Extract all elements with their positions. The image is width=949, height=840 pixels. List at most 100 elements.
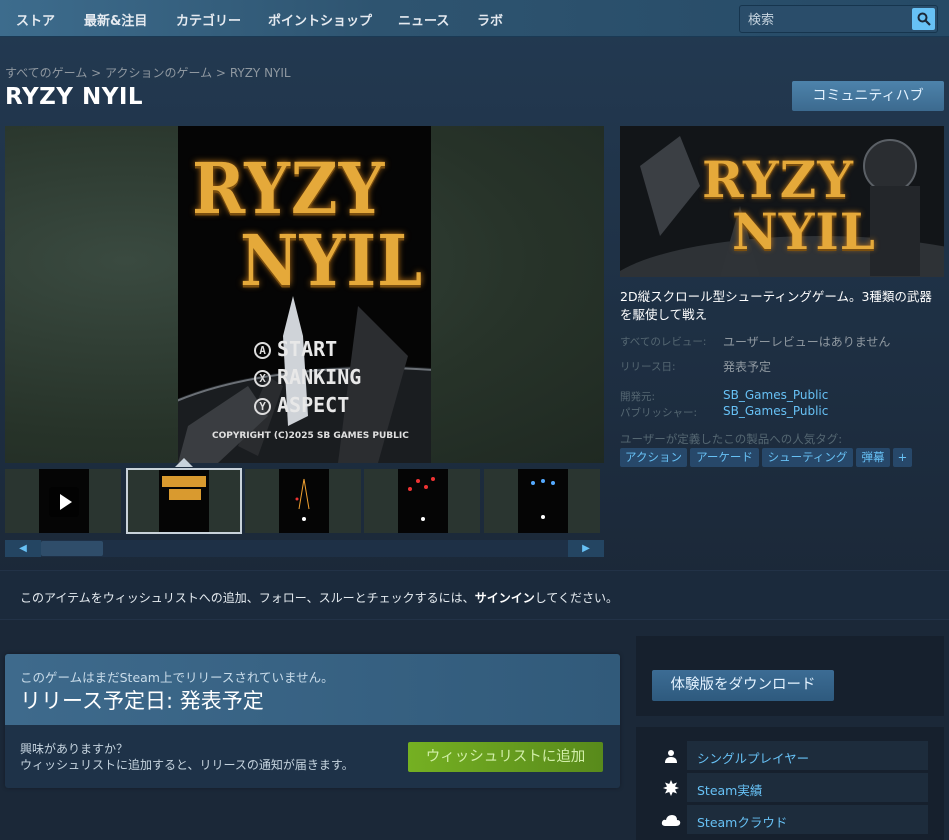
gameplay-shot: [295, 478, 310, 521]
release-date-value: 発表予定: [723, 360, 772, 374]
thumbnail-scrollbar[interactable]: ◀ ▶: [5, 540, 604, 557]
feature-single-player[interactable]: シングルプレイヤー: [654, 741, 928, 770]
nav-new-noteworthy[interactable]: 最新&注目: [84, 10, 147, 29]
menu-aspect: Y ASPECT: [254, 393, 349, 417]
a-button-icon: A: [254, 342, 271, 359]
feature-icon-box: [654, 773, 687, 802]
thumb-image: [159, 470, 209, 532]
scroll-left-button[interactable]: ◀: [5, 540, 41, 557]
game-description: 2D縦スクロール型シューティングゲーム。3種類の武器を駆使して戦え: [620, 289, 932, 322]
breadcrumb-all-games[interactable]: すべてのゲーム: [5, 66, 87, 80]
tag-more-button[interactable]: +: [893, 448, 912, 467]
thumb-selected[interactable]: [126, 468, 242, 534]
thumb-image: [279, 469, 329, 533]
page-title: RYZY NYIL: [5, 84, 144, 110]
release-date-label: リリース日:: [620, 361, 676, 373]
menu-aspect-label: ASPECT: [277, 393, 350, 417]
thumbnail-strip: [5, 468, 604, 534]
feature-achievements[interactable]: Steam実績: [654, 773, 928, 802]
feature-cloud[interactable]: Steamクラウド: [654, 805, 928, 834]
add-to-wishlist-button[interactable]: ウィッシュリストに追加: [408, 742, 603, 772]
header-capsule-image: RYZY NYIL: [620, 126, 944, 277]
thumb-image: [398, 469, 448, 533]
breadcrumb-separator: >: [215, 66, 226, 80]
y-button-icon: Y: [254, 398, 271, 415]
thumb-logo: [162, 476, 206, 500]
nav-news[interactable]: ニュース: [398, 10, 449, 29]
breadcrumb-action-games[interactable]: アクションのゲーム: [105, 66, 212, 80]
tag-shooting[interactable]: シューティング: [762, 448, 853, 467]
menu-start: A START: [254, 337, 337, 361]
play-icon: [49, 487, 79, 517]
cloud-icon: [661, 814, 680, 826]
developer-link[interactable]: SB_Games_Public: [723, 388, 828, 402]
feature-label: シングルプレイヤー: [697, 751, 810, 766]
tag-action[interactable]: アクション: [620, 448, 687, 467]
achievements-icon: [662, 779, 679, 796]
signin-text: このアイテムをウィッシュリストへの追加、フォロー、スルーとチェックするには、サイ…: [20, 589, 618, 606]
planned-release-date: リリース予定日: 発表予定: [20, 689, 264, 713]
breadcrumb: すべてのゲーム > アクションのゲーム > RYZY NYIL: [5, 64, 291, 81]
capsule-logo-line1: RYZY: [702, 150, 854, 209]
developer-label: 開発元:: [620, 391, 656, 403]
tag-bullet-hell[interactable]: 弾幕: [856, 448, 890, 467]
release-header: このゲームはまだSteam上でリリースされていません。 リリース予定日: 発表予…: [5, 654, 620, 725]
tags-label: ユーザーが定義したこの製品への人気タグ:: [620, 432, 843, 446]
main-screenshot-viewer[interactable]: RYZY NYIL A START X RANKING Y ASPECT COPYRI…: [5, 126, 604, 463]
thumb-image: [518, 469, 568, 533]
copyright-text: COPYRIGHT (C)2025 SB GAMES PUBLIC: [212, 431, 409, 441]
nav-store[interactable]: ストア: [16, 10, 55, 29]
not-released-notice: このゲームはまだSteam上でリリースされていません。: [20, 670, 334, 685]
community-hub-button[interactable]: コミュニティハブ: [792, 81, 944, 111]
menu-ranking-label: RANKING: [277, 365, 362, 389]
gameplay-shot: [408, 477, 435, 521]
interest-question: 興味がありますか？: [20, 742, 129, 756]
search-input[interactable]: [748, 11, 908, 29]
features-panel: シングルプレイヤー Steam実績 Steamクラウド: [636, 727, 944, 840]
tag-arcade[interactable]: アーケード: [690, 448, 759, 467]
breadcrumb-current-game[interactable]: RYZY NYIL: [230, 66, 291, 80]
nav-points-shop[interactable]: ポイントショップ: [268, 10, 372, 29]
feature-label: Steamクラウド: [697, 815, 788, 830]
main-screenshot: RYZY NYIL A START X RANKING Y ASPECT COPYRI…: [178, 126, 431, 463]
interest-subtext: ウィッシュリストに追加すると、リリースの通知が届きます。: [20, 758, 354, 772]
nav-categories[interactable]: カテゴリー: [176, 10, 241, 29]
scroll-thumb[interactable]: [41, 541, 103, 556]
feature-icon-box: [654, 741, 687, 770]
breadcrumb-separator: >: [91, 66, 102, 80]
x-button-icon: X: [254, 370, 271, 387]
logo-line1: RYZY: [192, 148, 386, 231]
search-button[interactable]: [912, 8, 935, 30]
capsule-logo-line2: NYIL: [732, 202, 876, 261]
thumb-video[interactable]: [5, 469, 121, 533]
thumb-gameplay-2[interactable]: [364, 469, 480, 533]
release-info-box: このゲームはまだSteam上でリリースされていません。 リリース予定日: 発表予…: [5, 654, 620, 788]
thumb-gameplay-1[interactable]: [245, 469, 361, 533]
signin-text-before: このアイテムをウィッシュリストへの追加、フォロー、スルーとチェックするには、: [20, 591, 475, 605]
arrow-right-icon: ▶: [582, 543, 590, 554]
search-icon: [917, 12, 931, 26]
signin-text-after: してください。: [534, 591, 618, 605]
publisher-label: パブリッシャー:: [620, 407, 698, 419]
download-demo-button[interactable]: 体験版をダウンロード: [652, 670, 834, 701]
menu-ranking: X RANKING: [254, 365, 361, 389]
feature-label: Steam実績: [697, 783, 763, 798]
reviews-value: ユーザーレビューはありません: [723, 335, 891, 349]
feature-icon-box: [654, 805, 687, 834]
scroll-right-button[interactable]: ▶: [568, 540, 604, 557]
thumb-gameplay-3[interactable]: [484, 469, 600, 533]
nav-labs[interactable]: ラボ: [477, 10, 503, 29]
reviews-label: すべてのレビュー:: [620, 336, 707, 348]
search-box: [739, 5, 938, 33]
menu-start-label: START: [277, 337, 338, 361]
logo-line2: NYIL: [240, 220, 424, 303]
top-nav: ストア 最新&注目 カテゴリー ポイントショップ ニュース ラボ: [0, 0, 949, 37]
signin-link[interactable]: サインイン: [475, 591, 535, 605]
signin-notice: このアイテムをウィッシュリストへの追加、フォロー、スルーとチェックするには、サイ…: [0, 570, 949, 620]
publisher-link[interactable]: SB_Games_Public: [723, 404, 828, 418]
arrow-left-icon: ◀: [19, 543, 27, 554]
single-player-icon: [664, 749, 677, 763]
selected-thumb-indicator: [175, 458, 193, 467]
gameplay-shot: [531, 479, 555, 519]
demo-panel: 体験版をダウンロード: [636, 636, 944, 716]
